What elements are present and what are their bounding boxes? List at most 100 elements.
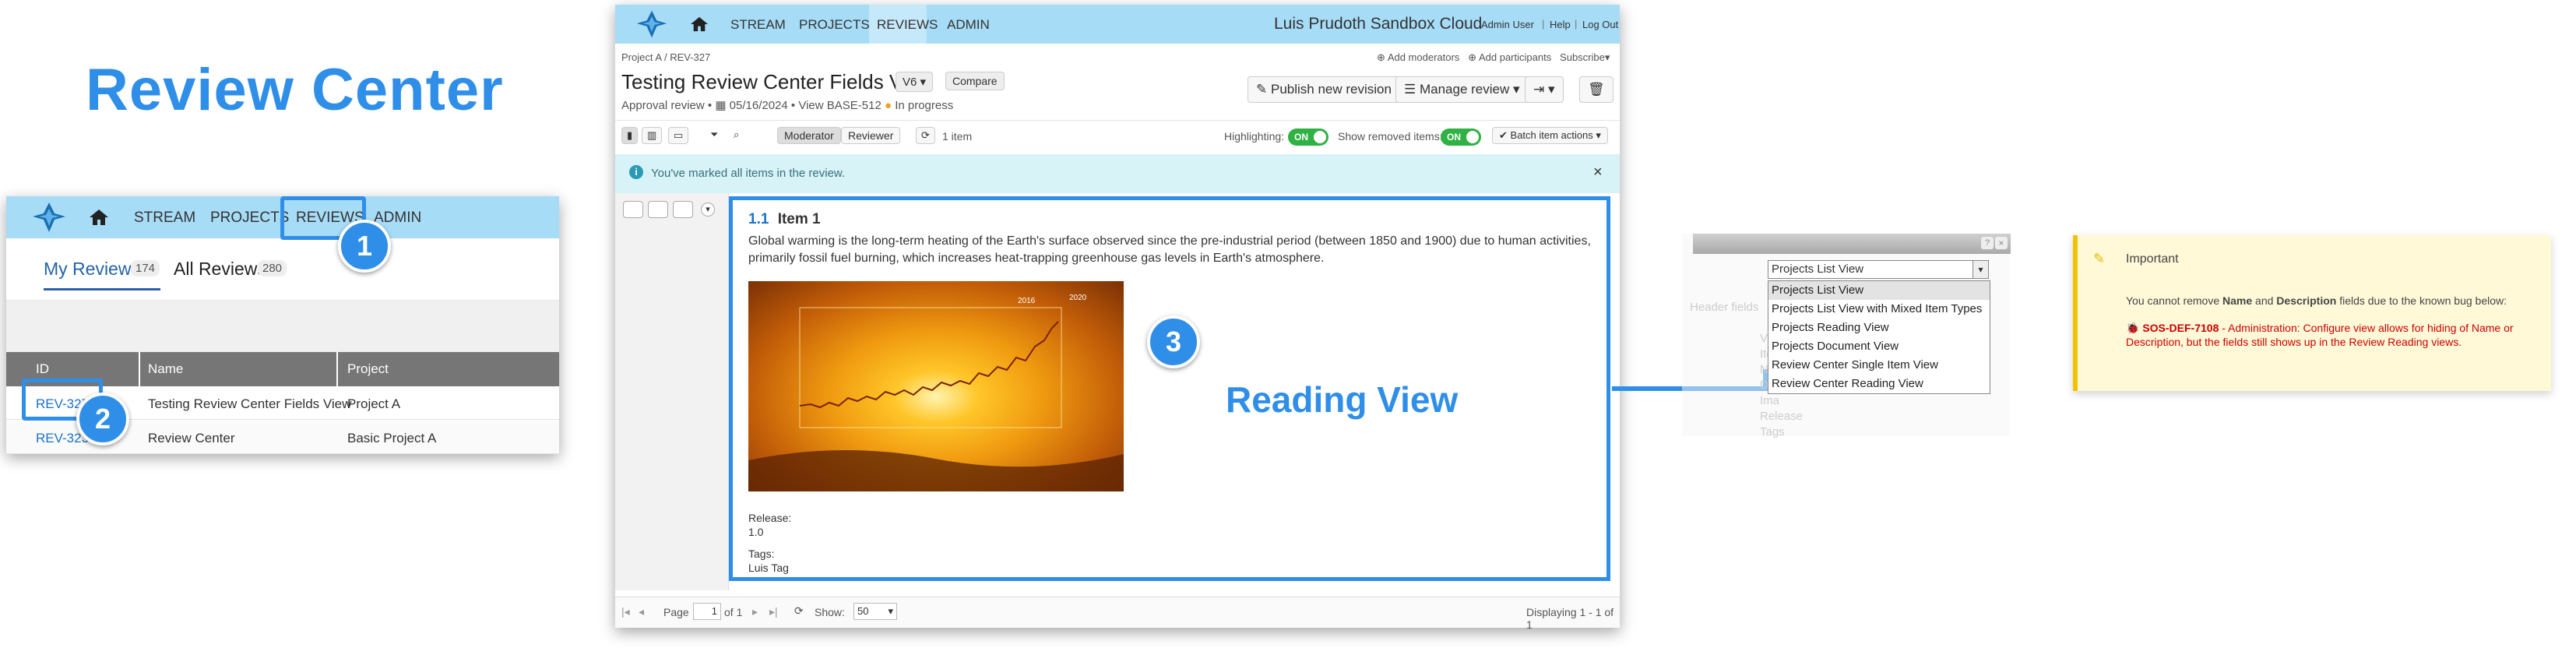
approve-icon[interactable]: [648, 201, 668, 218]
last-page-icon[interactable]: ▸|: [769, 605, 778, 618]
comment-icon[interactable]: ▭: [668, 127, 689, 144]
add-moderators-link[interactable]: Add moderators: [1388, 51, 1460, 63]
review-reading-panel: STREAM PROJECTS REVIEWS ADMIN Luis Prudo…: [615, 5, 1620, 631]
review-status: In progress: [895, 99, 954, 112]
view-option[interactable]: Review Center Reading View: [1768, 375, 1990, 393]
year-2020-label: 2020: [1069, 294, 1087, 302]
nav-projects[interactable]: PROJECTS: [210, 210, 289, 227]
tab-all-reviews[interactable]: All Reviews: [174, 259, 266, 280]
important-body-pre: You cannot remove: [2126, 294, 2223, 307]
admin-user-link[interactable]: Admin User: [1481, 19, 1534, 30]
view-stats-icon[interactable]: ▥: [642, 127, 663, 144]
page-label: Page: [663, 606, 689, 618]
main-navbar: STREAM PROJECTS REVIEWS ADMIN Luis Prudo…: [615, 5, 1620, 44]
global-warming-chart-image: 2016 2020: [748, 281, 1124, 491]
bug-reference: 🐞 SOS-DEF-7108 - Administration: Configu…: [2126, 321, 2539, 349]
nav-projects[interactable]: PROJECTS: [799, 17, 870, 33]
highlighting-toggle[interactable]: ON: [1288, 129, 1328, 146]
batch-label: Batch item actions: [1510, 129, 1593, 141]
nav-reviews[interactable]: REVIEWS: [877, 17, 938, 33]
refresh-icon[interactable]: ⟳: [794, 604, 804, 618]
view-option[interactable]: Projects List View with Mixed Item Types: [1768, 300, 1990, 319]
comment-bubble-icon[interactable]: [623, 201, 643, 218]
nav-admin[interactable]: ADMIN: [374, 210, 421, 227]
caret-down-icon: ▾: [1604, 51, 1610, 63]
page-input[interactable]: 1: [693, 603, 721, 620]
caret-down-icon: ▾: [1547, 82, 1555, 97]
page-title: Review Center: [86, 57, 504, 123]
subscribe-link[interactable]: Subscribe: [1560, 51, 1605, 63]
filter-icon[interactable]: ⏷: [706, 127, 723, 143]
reviewer-toggle[interactable]: Reviewer: [841, 127, 901, 144]
show-removed-toggle[interactable]: ON: [1441, 129, 1481, 146]
tab-my-reviews[interactable]: My Reviews: [44, 259, 140, 280]
breadcrumb-project[interactable]: Project A: [621, 51, 661, 63]
item-title[interactable]: Item 1: [778, 211, 821, 227]
window-titlebar: ? ×: [1693, 234, 2011, 254]
chevron-down-icon[interactable]: ▾: [701, 202, 715, 217]
view-reading-icon[interactable]: ▮: [621, 127, 639, 144]
logout-link[interactable]: Log Out: [1582, 19, 1618, 30]
reject-icon[interactable]: [673, 201, 693, 218]
col-id[interactable]: ID: [36, 361, 49, 377]
page-size-select[interactable]: 50 ▾: [853, 603, 897, 620]
version-label: V6: [903, 76, 917, 89]
home-icon[interactable]: [89, 208, 109, 227]
nav-admin[interactable]: ADMIN: [947, 17, 990, 33]
search-icon[interactable]: ⌕: [729, 127, 744, 143]
important-body-post: fields due to the known bug below:: [2336, 294, 2507, 307]
home-icon[interactable]: [690, 16, 709, 33]
publish-revision-button[interactable]: ✎ Publish new revision: [1248, 76, 1400, 103]
trash-icon: 🗑: [1588, 82, 1605, 97]
breadcrumb-review[interactable]: REV-327: [670, 51, 710, 63]
callout-3: 3: [1147, 315, 1200, 368]
nav-stream[interactable]: STREAM: [134, 210, 195, 227]
status-dot-icon: ●: [884, 99, 892, 112]
first-page-icon[interactable]: |◂: [621, 605, 630, 618]
refresh-icon[interactable]: ⟳: [916, 127, 935, 144]
nav-stream[interactable]: STREAM: [730, 17, 786, 33]
item-number: 1.1: [748, 211, 769, 227]
col-name[interactable]: Name: [148, 361, 183, 377]
year-2016-label: 2016: [1018, 297, 1036, 305]
close-icon[interactable]: ×: [1593, 164, 1603, 181]
ghost-field: Release: [1760, 410, 1804, 423]
item-description: Global warming is the long-term heating …: [748, 234, 1591, 265]
batch-actions-button[interactable]: ✔ Batch item actions ▾: [1492, 127, 1608, 144]
jama-logo-icon[interactable]: [635, 9, 668, 40]
jama-logo-icon[interactable]: [31, 201, 67, 234]
compare-button[interactable]: Compare: [945, 72, 1005, 90]
item-count: 1 item: [942, 130, 973, 143]
close-icon[interactable]: ×: [1995, 237, 2008, 249]
help-link[interactable]: Help: [1550, 19, 1571, 30]
delete-button[interactable]: 🗑: [1579, 76, 1614, 103]
review-project: Basic Project A: [347, 431, 437, 446]
important-and: and: [2252, 294, 2277, 307]
displaying-count: Displaying 1 - 1 of 1: [1526, 606, 1614, 631]
col-project[interactable]: Project: [347, 361, 389, 377]
view-select[interactable]: Projects List View ▾: [1768, 260, 1989, 279]
callout-1: 1: [338, 220, 391, 273]
add-moderators-icon: ⊕: [1377, 51, 1385, 63]
view-option[interactable]: Review Center Single Item View: [1768, 356, 1990, 375]
version-dropdown[interactable]: V6 ▾: [896, 72, 934, 92]
item-heading: 1.1 Item 1: [748, 211, 821, 228]
organization-name: Luis Prudoth Sandbox Cloud: [1274, 15, 1483, 33]
bug-id-link[interactable]: SOS-DEF-7108: [2142, 322, 2219, 334]
my-reviews-count: 174: [131, 260, 160, 276]
next-page-icon[interactable]: ▸: [752, 605, 758, 618]
manage-review-button[interactable]: ☰ Manage review ▾: [1395, 76, 1529, 103]
view-option[interactable]: Projects List View: [1768, 281, 1990, 300]
add-participants-link[interactable]: Add participants: [1479, 51, 1551, 63]
view-option[interactable]: Projects Reading View: [1768, 319, 1990, 337]
calendar-icon: ▦: [715, 99, 727, 112]
help-icon[interactable]: ?: [1981, 237, 1994, 249]
view-select-value: Projects List View: [1772, 262, 1864, 276]
chevron-down-icon[interactable]: ▾: [1972, 261, 1988, 278]
moderator-toggle[interactable]: Moderator: [777, 127, 841, 144]
col-divider: [139, 352, 140, 386]
page-size-value: 50: [857, 605, 869, 617]
view-option[interactable]: Projects Document View: [1768, 337, 1990, 356]
prev-page-icon[interactable]: ◂: [639, 605, 644, 618]
export-button[interactable]: ⇥ ▾: [1525, 76, 1564, 103]
